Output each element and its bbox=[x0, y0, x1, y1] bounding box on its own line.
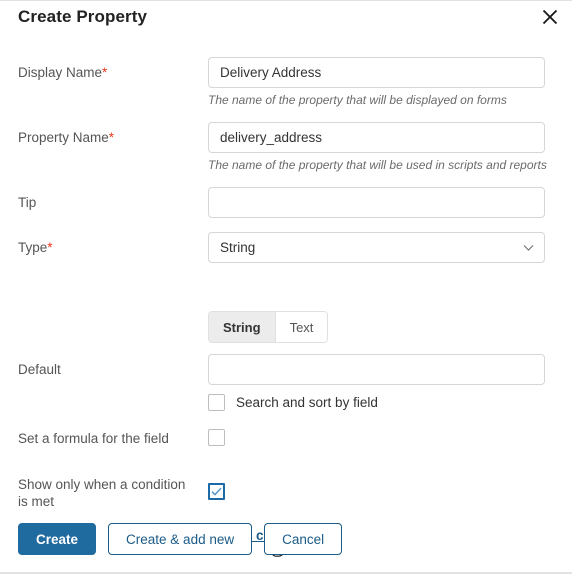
close-icon[interactable] bbox=[538, 5, 562, 29]
tip-control bbox=[208, 187, 545, 218]
chevron-down-icon bbox=[521, 241, 535, 255]
subtype-control: String Text bbox=[208, 311, 329, 343]
display-name-input[interactable] bbox=[208, 57, 545, 88]
required-asterisk: * bbox=[108, 130, 115, 145]
condition-checkbox[interactable] bbox=[208, 483, 225, 501]
property-name-label: Property Name* bbox=[18, 129, 198, 146]
property-name-input[interactable] bbox=[208, 122, 545, 153]
cancel-button[interactable]: Cancel bbox=[264, 523, 343, 555]
default-label: Default bbox=[18, 362, 61, 377]
create-and-add-new-button[interactable]: Create & add new bbox=[108, 523, 253, 555]
required-asterisk: * bbox=[47, 240, 53, 255]
display-name-label: Display Name* bbox=[18, 64, 198, 81]
property-name-control bbox=[208, 122, 545, 153]
formula-label: Set a formula for the field bbox=[18, 431, 169, 446]
type-select-control: String bbox=[208, 232, 545, 263]
condition-control bbox=[208, 483, 225, 501]
create-button[interactable]: Create bbox=[18, 523, 97, 555]
formula-control bbox=[208, 429, 225, 447]
subtype-segmented-control: String Text bbox=[208, 311, 329, 343]
dialog-header: Create Property bbox=[0, 1, 572, 39]
default-control bbox=[208, 354, 545, 385]
condition-label: Show only when a condition is met bbox=[18, 477, 186, 509]
dialog-footer: Create Create & add new Cancel bbox=[0, 516, 572, 562]
type-label-text: Type bbox=[18, 240, 48, 255]
create-property-dialog: Create Property Display Name* The name o… bbox=[0, 0, 572, 574]
subtype-option-string[interactable]: String bbox=[209, 312, 276, 342]
search-sort-checkbox[interactable] bbox=[208, 394, 225, 411]
tip-input[interactable] bbox=[208, 187, 545, 218]
property-name-label-text: Property Name bbox=[18, 130, 109, 145]
display-name-hint: The name of the property that will be di… bbox=[208, 93, 507, 107]
default-input[interactable] bbox=[208, 354, 545, 385]
display-name-control bbox=[208, 57, 545, 88]
search-sort-label: Search and sort by field bbox=[236, 395, 378, 410]
page-title: Create Property bbox=[18, 7, 148, 26]
type-select[interactable]: String bbox=[208, 232, 545, 263]
formula-checkbox[interactable] bbox=[208, 429, 225, 447]
tip-label: Tip bbox=[18, 195, 37, 210]
type-label: Type* bbox=[18, 239, 198, 256]
required-asterisk: * bbox=[102, 65, 108, 80]
subtype-option-text[interactable]: Text bbox=[275, 312, 328, 342]
dialog-body: Display Name* The name of the property t… bbox=[0, 39, 572, 572]
property-name-hint: The name of the property that will be us… bbox=[208, 158, 547, 172]
search-sort-row: Search and sort by field bbox=[208, 394, 378, 411]
display-name-label-text: Display Name bbox=[18, 65, 103, 80]
type-select-value: String bbox=[220, 240, 256, 255]
